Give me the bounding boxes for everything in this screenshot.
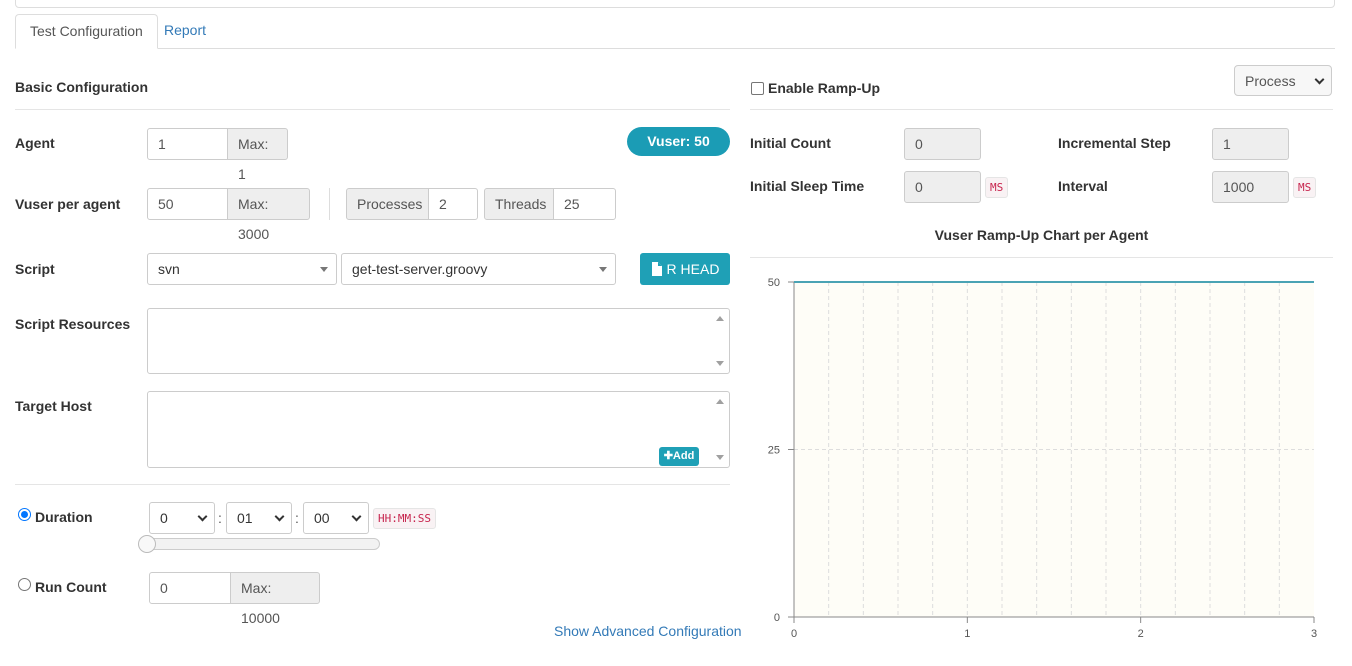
tab-test-configuration[interactable]: Test Configuration <box>15 14 158 49</box>
vuser-separator <box>329 188 330 220</box>
initial-sleep-label: Initial Sleep Time <box>750 178 865 194</box>
run-count-label: Run Count <box>35 579 107 595</box>
threads-addon: Threads <box>484 188 554 220</box>
duration-seconds-select[interactable]: 00 <box>303 502 369 534</box>
script-head-label: R HEAD <box>666 261 720 277</box>
vuser-per-agent-label: Vuser per agent <box>15 196 121 212</box>
interval-label: Interval <box>1058 178 1108 194</box>
chart-title-divider <box>750 257 1333 258</box>
initial-count-label: Initial Count <box>750 135 831 151</box>
y-tick-label: 50 <box>768 277 780 289</box>
incremental-step-input[interactable]: 1 <box>1212 128 1289 160</box>
time-separator: : <box>295 510 299 526</box>
interval-input[interactable]: 1000 <box>1212 171 1289 203</box>
add-host-button[interactable]: ✚Add <box>659 447 699 466</box>
chevron-down-icon <box>197 511 208 522</box>
duration-hours-select[interactable]: 0 <box>149 502 215 534</box>
tab-report[interactable]: Report <box>150 14 220 49</box>
chevron-down-icon <box>351 511 362 522</box>
show-advanced-config-link[interactable]: Show Advanced Configuration <box>554 623 742 639</box>
basic-config-title: Basic Configuration <box>15 79 149 95</box>
x-tick-label: 0 <box>791 628 797 640</box>
chevron-down-icon <box>1314 74 1325 85</box>
run-count-max-addon: Max: 10000 <box>230 572 320 626</box>
x-tick-label: 3 <box>1311 628 1317 640</box>
interval-unit: MS <box>1293 177 1317 198</box>
enable-rampup-checkbox[interactable] <box>751 82 764 95</box>
chart-title: Vuser Ramp-Up Chart per Agent <box>934 227 1149 243</box>
add-host-label: Add <box>672 450 695 462</box>
agent-max-addon: Max: 1 <box>227 128 288 182</box>
scroll-down-icon[interactable] <box>716 455 724 460</box>
run-count-radio[interactable] <box>18 578 31 591</box>
rampup-divider <box>750 109 1333 110</box>
script-resources-label: Script Resources <box>15 316 131 332</box>
script-label: Script <box>15 261 55 277</box>
target-host-box[interactable]: ✚Add <box>147 391 730 468</box>
duration-hours-value: 0 <box>160 510 168 526</box>
basic-config-divider <box>15 109 730 110</box>
duration-minutes-select[interactable]: 01 <box>226 502 292 534</box>
processes-addon: Processes <box>346 188 429 220</box>
y-tick-label: 25 <box>768 445 780 457</box>
initial-sleep-input[interactable]: 0 <box>904 171 981 203</box>
duration-radio[interactable] <box>18 508 31 521</box>
agent-input[interactable]: 1 <box>147 128 228 160</box>
rampup-mode-value: Process <box>1245 73 1296 89</box>
scroll-up-icon[interactable] <box>716 316 724 321</box>
duration-slider-handle[interactable] <box>138 535 156 553</box>
caret-down-icon <box>599 267 607 272</box>
initial-sleep-unit: MS <box>985 177 1009 198</box>
vuser-max-addon: Max: 3000 <box>227 188 310 242</box>
enable-rampup-label: Enable Ramp-Up <box>768 80 881 96</box>
duration-slider[interactable] <box>143 538 380 550</box>
duration-label: Duration <box>35 509 93 525</box>
vuser-per-agent-input[interactable]: 50 <box>147 188 228 220</box>
duration-divider <box>15 484 730 485</box>
script-resources-box[interactable] <box>147 308 730 374</box>
incremental-step-label: Incremental Step <box>1058 135 1171 151</box>
vuser-total-badge: Vuser: 50 <box>627 127 730 156</box>
duration-format-hint: HH:MM:SS <box>373 508 436 529</box>
initial-count-input[interactable]: 0 <box>904 128 981 160</box>
scroll-up-icon[interactable] <box>716 399 724 404</box>
script-file-value: get-test-server.groovy <box>352 261 488 277</box>
run-count-input[interactable]: 0 <box>149 572 231 604</box>
duration-minutes-value: 01 <box>237 510 253 526</box>
file-icon <box>651 262 662 276</box>
caret-down-icon <box>320 267 328 272</box>
script-repo-value: svn <box>158 261 180 277</box>
top-panel-edge <box>15 0 1335 8</box>
script-file-select[interactable]: get-test-server.groovy <box>341 253 616 285</box>
target-host-label: Target Host <box>15 398 92 414</box>
script-head-button[interactable]: R HEAD <box>640 253 730 285</box>
x-tick-label: 2 <box>1138 628 1144 640</box>
processes-input[interactable]: 2 <box>428 188 478 220</box>
rampup-chart: 0 25 50 0 1 2 3 <box>768 277 1317 640</box>
plus-icon: ✚ <box>663 450 673 462</box>
time-separator: : <box>218 510 222 526</box>
x-tick-label: 1 <box>964 628 970 640</box>
rampup-mode-select[interactable]: Process <box>1234 65 1332 96</box>
y-tick-label: 0 <box>774 612 780 624</box>
chevron-down-icon <box>274 511 285 522</box>
threads-input[interactable]: 25 <box>553 188 616 220</box>
script-repo-select[interactable]: svn <box>147 253 337 285</box>
duration-seconds-value: 00 <box>314 510 330 526</box>
agent-label: Agent <box>15 135 55 151</box>
scroll-down-icon[interactable] <box>716 361 724 366</box>
